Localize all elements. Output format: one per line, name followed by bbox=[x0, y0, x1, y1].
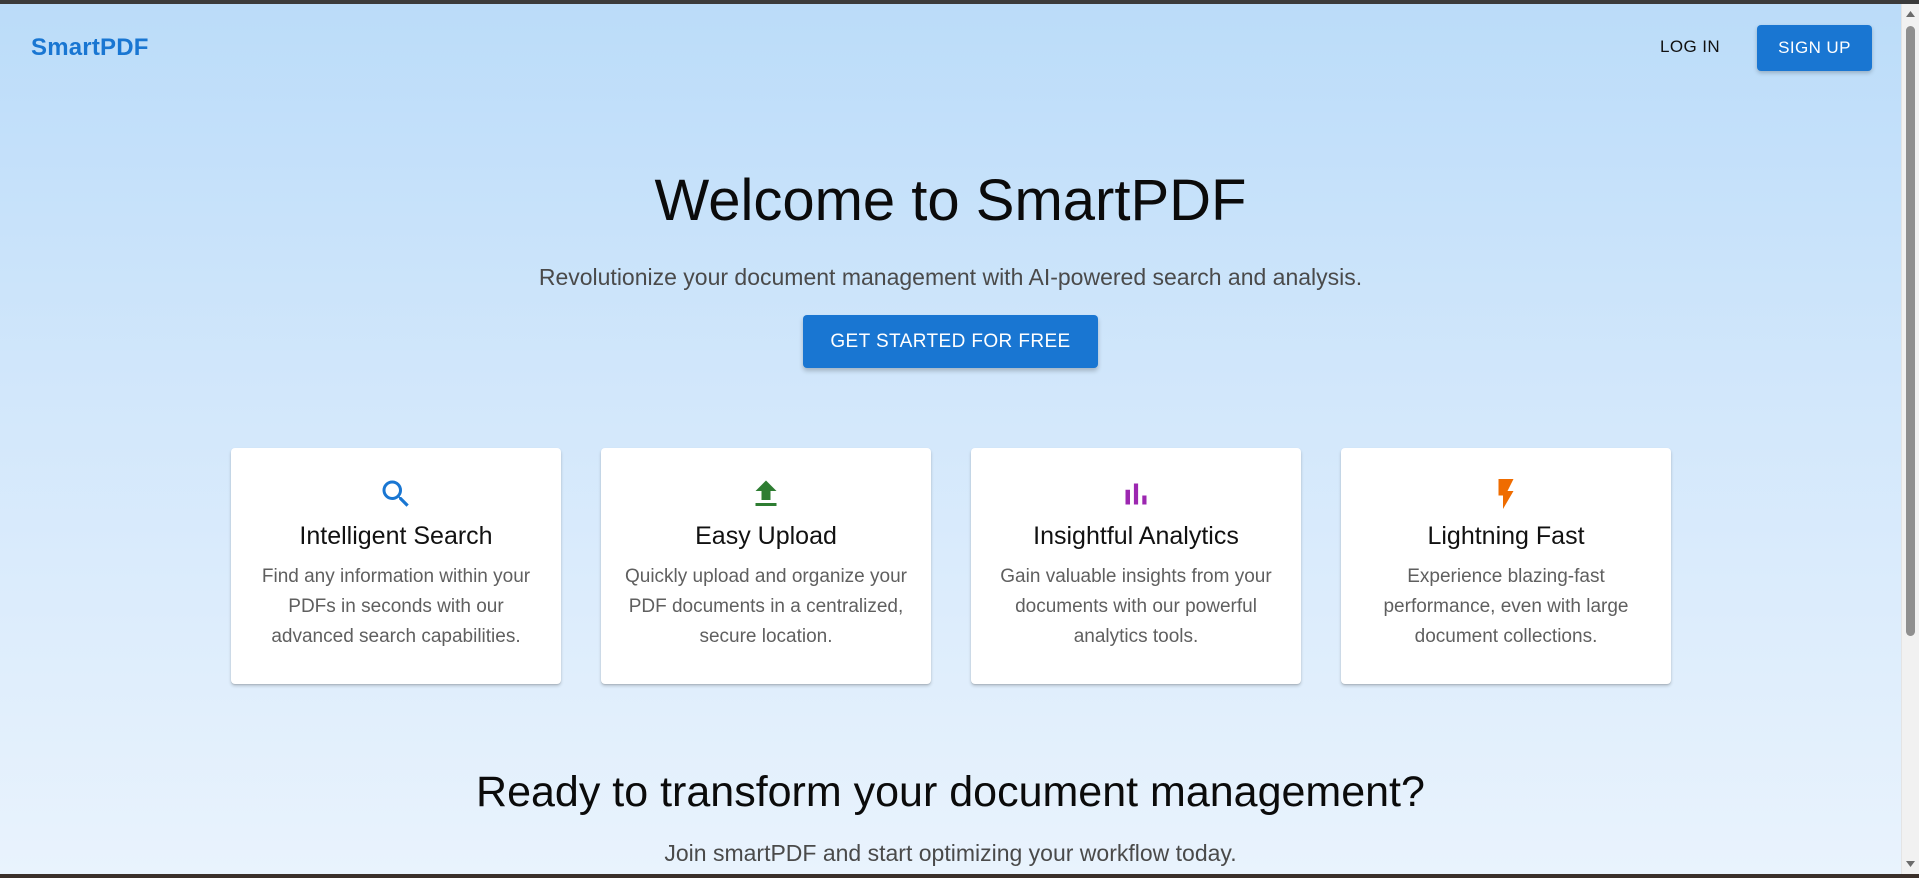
feature-card-insightful-analytics: Insightful Analytics Gain valuable insig… bbox=[971, 448, 1301, 684]
feature-title: Lightning Fast bbox=[1427, 522, 1585, 550]
scroll-down-arrow-icon[interactable] bbox=[1902, 856, 1919, 872]
scrollbar-thumb[interactable] bbox=[1906, 26, 1915, 636]
sign-up-button[interactable]: SIGN UP bbox=[1757, 25, 1872, 71]
feature-card-easy-upload: Easy Upload Quickly upload and organize … bbox=[601, 448, 931, 684]
upload-icon bbox=[601, 474, 931, 514]
bar-chart-icon bbox=[971, 474, 1301, 514]
scroll-up-arrow-icon[interactable] bbox=[1902, 6, 1919, 22]
lightning-icon bbox=[1341, 474, 1671, 514]
search-icon bbox=[231, 474, 561, 514]
closing-title: Ready to transform your document managem… bbox=[476, 768, 1425, 816]
feature-description: Experience blazing-fast performance, eve… bbox=[1383, 566, 1629, 647]
page-viewport: SmartPDF LOG IN SIGN UP Welcome to Smart… bbox=[0, 4, 1901, 874]
feature-title: Intelligent Search bbox=[299, 522, 493, 550]
hero-title: Welcome to SmartPDF bbox=[654, 168, 1247, 233]
feature-card-lightning-fast: Lightning Fast Experience blazing-fast p… bbox=[1341, 448, 1671, 684]
app-logo[interactable]: SmartPDF bbox=[31, 34, 149, 62]
feature-title: Easy Upload bbox=[695, 522, 837, 550]
feature-card-intelligent-search: Intelligent Search Find any information … bbox=[231, 448, 561, 684]
closing-subtitle: Join smartPDF and start optimizing your … bbox=[664, 840, 1237, 866]
feature-title: Insightful Analytics bbox=[1033, 522, 1239, 550]
hero-subtitle: Revolutionize your document management w… bbox=[538, 264, 1363, 290]
get-started-button[interactable]: GET STARTED FOR FREE bbox=[803, 315, 1098, 368]
log-in-button[interactable]: LOG IN bbox=[1640, 26, 1740, 68]
feature-description: Find any information within your PDFs in… bbox=[261, 566, 531, 647]
feature-description: Quickly upload and organize your PDF doc… bbox=[624, 566, 907, 647]
vertical-scrollbar[interactable] bbox=[1901, 4, 1919, 874]
feature-description: Gain valuable insights from your documen… bbox=[1000, 566, 1272, 647]
window-bottom-border bbox=[0, 874, 1919, 878]
